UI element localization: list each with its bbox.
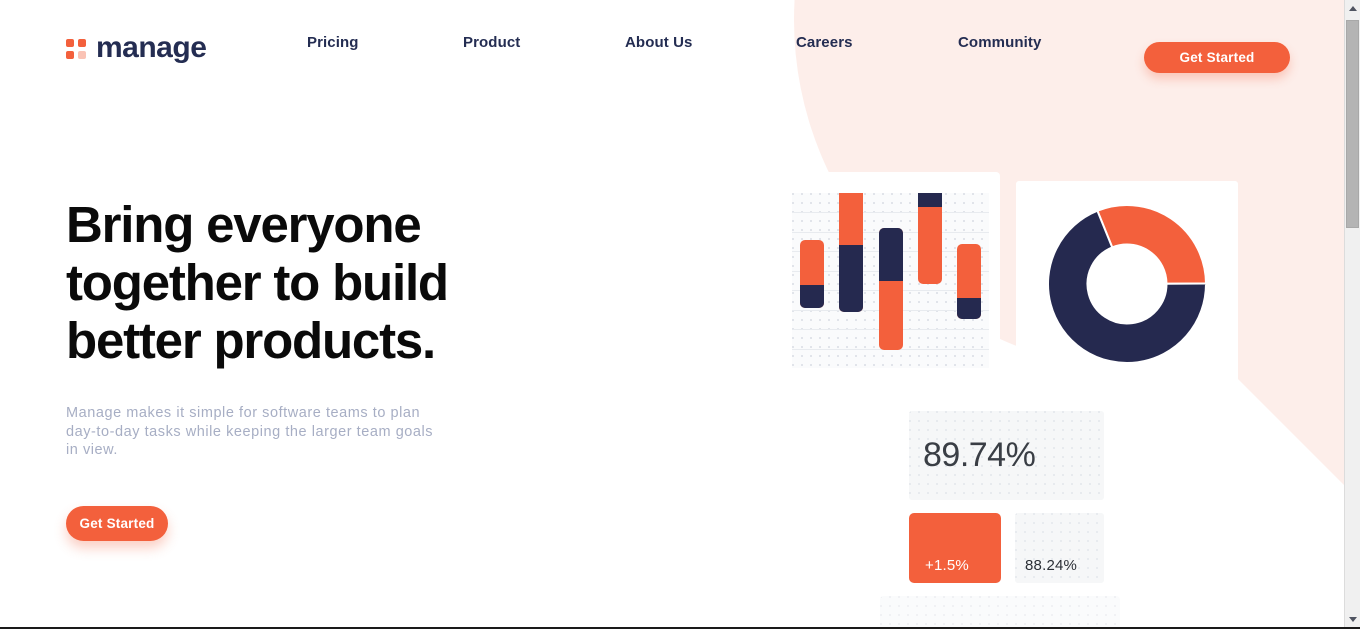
page-root: manage Pricing Product About Us Careers …: [0, 0, 1360, 629]
vertical-scrollbar[interactable]: [1344, 0, 1360, 627]
partial-bottom-card: [880, 596, 1120, 627]
chart-bar-navy-segment: [879, 228, 903, 281]
delta-stat-card: +1.5%: [909, 513, 1001, 583]
chart-bar-navy-segment: [839, 245, 863, 312]
scroll-up-button[interactable]: [1345, 0, 1360, 16]
nav-link-pricing[interactable]: Pricing: [307, 34, 359, 51]
browser-viewport: manage Pricing Product About Us Careers …: [0, 0, 1344, 627]
secondary-stat-value: 88.24%: [1025, 557, 1078, 574]
nav-link-about-us[interactable]: About Us: [625, 34, 692, 51]
bar-chart-plot: [792, 193, 989, 368]
chart-gridline: [792, 212, 989, 213]
chart-bar: [879, 228, 903, 350]
donut-slice: [1096, 205, 1206, 285]
scroll-down-arrow-icon: [1348, 616, 1357, 622]
scrollbar-thumb[interactable]: [1346, 20, 1359, 228]
chart-bar-navy-segment: [957, 298, 981, 319]
bar-chart-card: [770, 172, 1000, 390]
nav-link-careers[interactable]: Careers: [796, 34, 853, 51]
nav-link-product[interactable]: Product: [463, 34, 520, 51]
delta-stat-value: +1.5%: [925, 557, 969, 574]
hero-section: Bring everyone together to build better …: [66, 196, 536, 541]
donut-chart-card: [1016, 181, 1238, 382]
header-get-started-button[interactable]: Get Started: [1144, 42, 1290, 73]
chart-bar: [800, 240, 824, 308]
chart-bar: [957, 244, 981, 319]
brand-name: manage: [96, 31, 207, 64]
chart-bar-navy-segment: [800, 285, 824, 308]
scroll-up-arrow-icon: [1348, 5, 1357, 11]
secondary-stat-card: 88.24%: [1015, 513, 1104, 583]
site-header: manage Pricing Product About Us Careers …: [0, 0, 1344, 100]
headline-stat-value: 89.74%: [923, 436, 1036, 474]
four-dot-grid-icon: [66, 38, 87, 60]
brand-logo[interactable]: manage: [66, 31, 207, 64]
donut-chart: [1048, 205, 1206, 363]
scroll-down-button[interactable]: [1345, 611, 1360, 627]
headline-stat-card: 89.74%: [909, 411, 1104, 500]
chart-bar: [839, 193, 863, 312]
chart-bar-navy-segment: [918, 193, 942, 207]
hero-subtitle: Manage makes it simple for software team…: [66, 405, 434, 458]
hero-get-started-button[interactable]: Get Started: [66, 506, 168, 541]
page-title: Bring everyone together to build better …: [66, 196, 449, 369]
nav-link-community[interactable]: Community: [958, 34, 1041, 51]
chart-bar: [918, 193, 942, 284]
